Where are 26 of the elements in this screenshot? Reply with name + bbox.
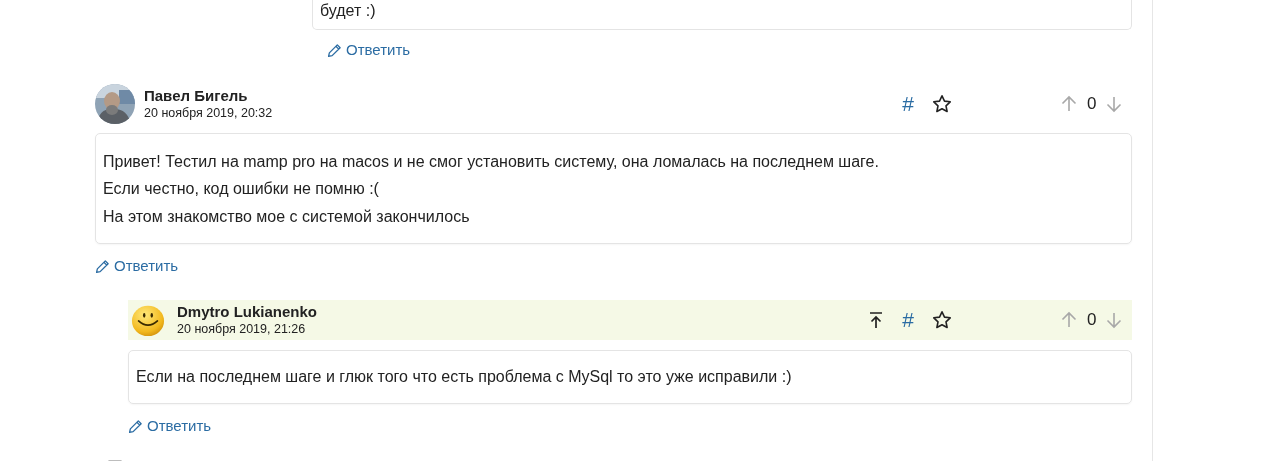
comment-text-line: На этом знакомство мое с системой закончилось (103, 206, 471, 227)
pencil-icon (95, 258, 110, 274)
star-icon[interactable] (932, 93, 952, 114)
comment-text-line: будет :) (320, 2, 376, 19)
anchor-link[interactable]: # (902, 91, 914, 116)
comment-text-line: Если на последнем шаге и глюк того что есть проблема с MySql то это уже исправили :) (136, 366, 793, 387)
downvote-icon[interactable] (1105, 94, 1124, 113)
reply-link[interactable]: Ответить (327, 40, 411, 60)
author-name: Dmytro Lukianenko (177, 302, 319, 321)
vote-count: 0 (1087, 309, 1097, 330)
reply-link[interactable]: Ответить (95, 256, 179, 276)
star-icon[interactable] (932, 309, 952, 330)
arrow-to-top-icon[interactable] (868, 310, 885, 329)
comment-text-line: Привет! Тестил на mamp pro на macos и не смог установить систему, она ломалась на последнем шаге. (103, 151, 880, 172)
reply-link[interactable]: Ответить (128, 416, 212, 436)
comment-date: 20 ноября 2019, 20:32 (144, 104, 274, 121)
vote-count: 0 (1087, 93, 1097, 114)
pencil-icon (128, 418, 143, 434)
pencil-icon (327, 42, 342, 58)
author-name: Павел Бигель (144, 86, 249, 105)
comment-date: 20 ноября 2019, 21:26 (177, 320, 307, 337)
comment-text-line: Если честно, код ошибки не помню :( (103, 179, 380, 199)
upvote-icon[interactable] (1060, 310, 1078, 329)
anchor-link[interactable]: # (902, 307, 914, 332)
upvote-icon[interactable] (1060, 94, 1078, 113)
downvote-icon[interactable] (1105, 310, 1124, 329)
